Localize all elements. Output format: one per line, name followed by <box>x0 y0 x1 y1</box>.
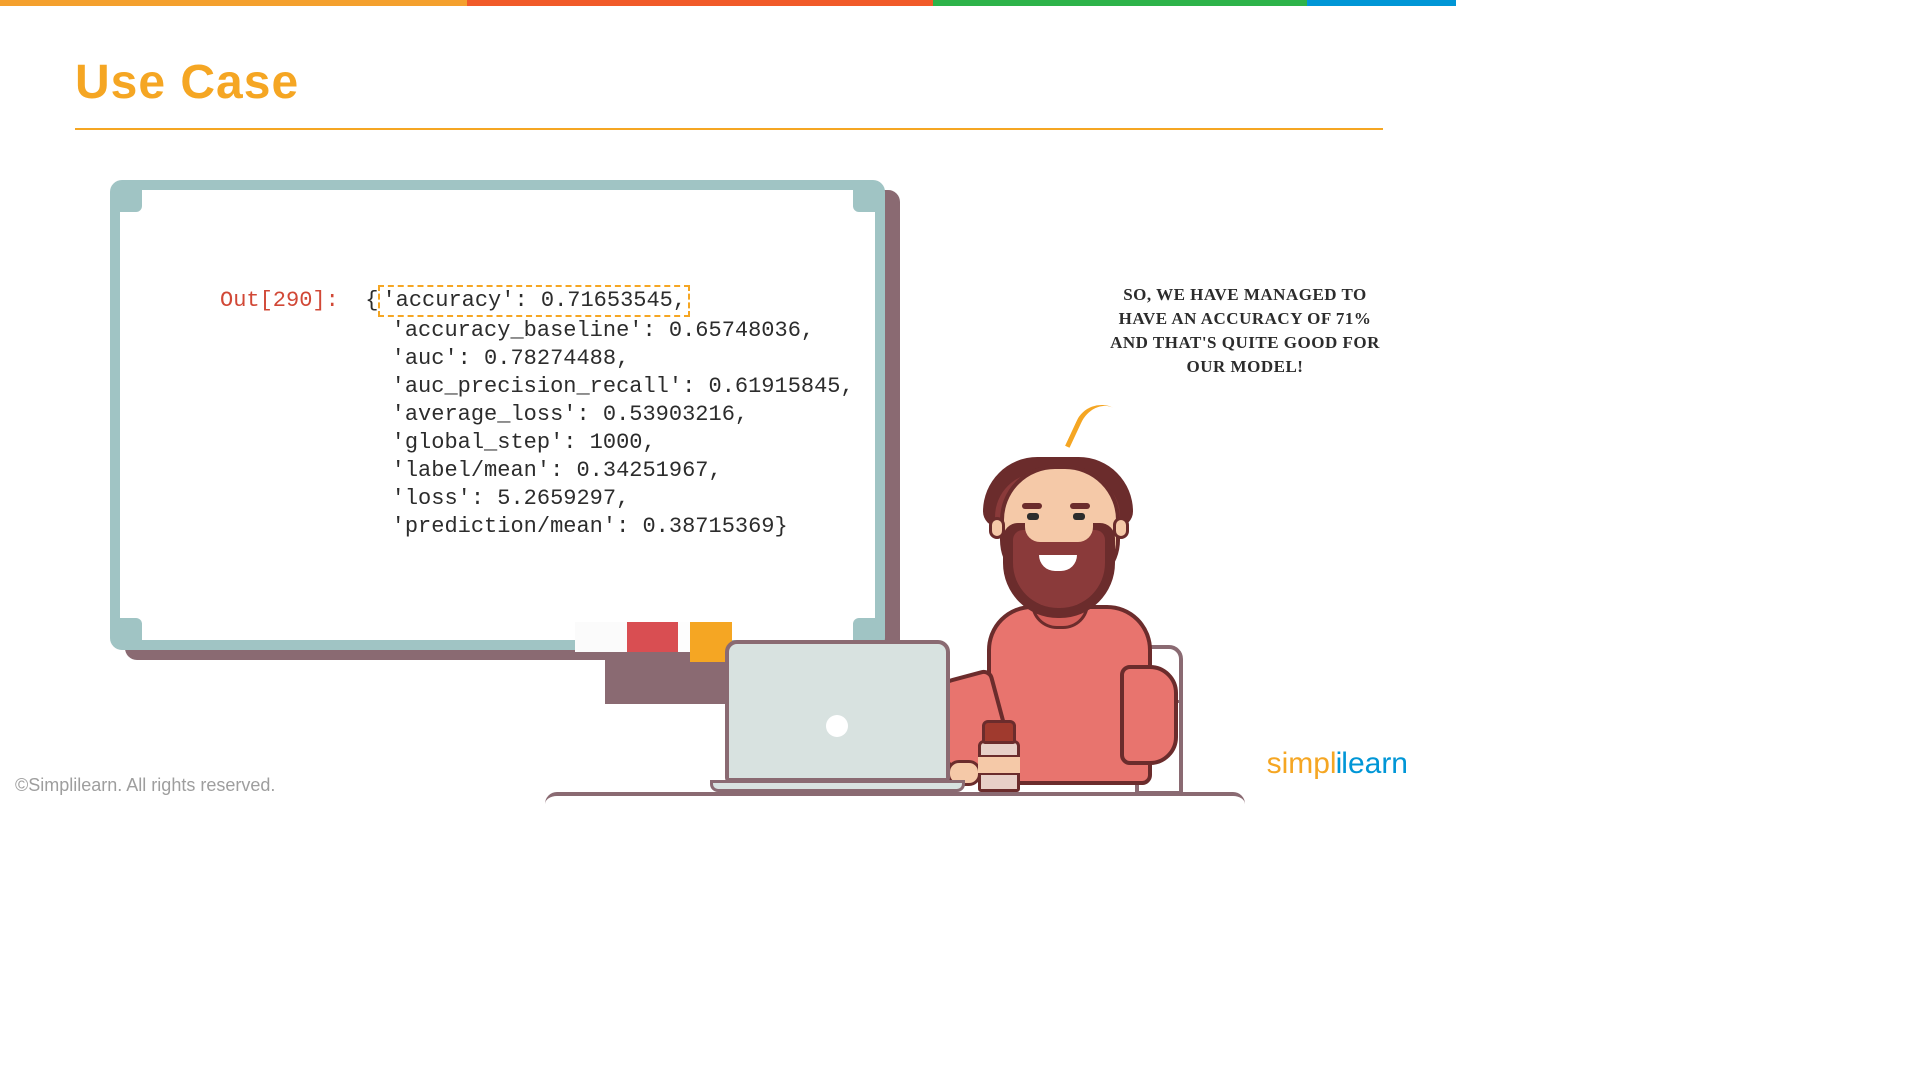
desk-line <box>545 792 1245 804</box>
logo-part1: simpl <box>1267 747 1337 780</box>
top-accent-bar <box>0 0 1456 6</box>
code-line: 'auc_precision_recall': 0.61915845, <box>378 374 853 399</box>
code-line: 'prediction/mean': 0.38715369} <box>378 514 787 539</box>
bar-segment <box>1307 0 1456 6</box>
eye <box>1027 513 1039 520</box>
simplilearn-logo: simplilearn <box>1267 747 1408 781</box>
accuracy-highlight: 'accuracy': 0.71653545, <box>378 285 690 317</box>
bar-segment <box>467 0 934 6</box>
whiteboard-corner <box>853 184 881 212</box>
speech-bubble-text: SO, WE HAVE MANAGED TO HAVE AN ACCURACY … <box>1110 283 1380 379</box>
cup-lid <box>982 720 1016 744</box>
output-label: Out[290]: <box>220 288 339 313</box>
tray-cell <box>627 622 679 652</box>
code-line: 'loss': 5.2659297, <box>378 486 629 511</box>
whiteboard: Out[290]: {'accuracy': 0.71653545, Out[2… <box>110 180 885 650</box>
eyebrow <box>1022 503 1042 509</box>
tray-cell <box>575 622 627 652</box>
laptop-icon <box>710 640 965 800</box>
whiteboard-corner <box>114 184 142 212</box>
laptop-screen <box>725 640 950 782</box>
bar-segment <box>0 0 467 6</box>
code-output: Out[290]: {'accuracy': 0.71653545, Out[2… <box>220 285 854 541</box>
eye <box>1073 513 1085 520</box>
arm <box>1120 665 1178 765</box>
cup-sleeve <box>978 755 1020 775</box>
bar-segment <box>933 0 1306 6</box>
page-title: Use Case <box>75 55 299 110</box>
laptop-base <box>710 780 965 792</box>
code-line: 'accuracy_baseline': 0.65748036, <box>378 318 814 343</box>
code-line: 'auc': 0.78274488, <box>378 346 629 371</box>
code-line: 'average_loss': 0.53903216, <box>378 402 748 427</box>
code-line: 'label/mean': 0.34251967, <box>378 458 721 483</box>
laptop-logo <box>826 715 848 737</box>
code-line: 'global_step': 1000, <box>378 430 655 455</box>
copyright-text: ©Simplilearn. All rights reserved. <box>15 775 275 796</box>
title-underline <box>75 128 1383 130</box>
whiteboard-corner <box>114 618 142 646</box>
ear <box>1113 517 1129 539</box>
logo-part2: learn <box>1341 747 1408 780</box>
coffee-cup-icon <box>978 720 1020 792</box>
eyebrow <box>1070 503 1090 509</box>
